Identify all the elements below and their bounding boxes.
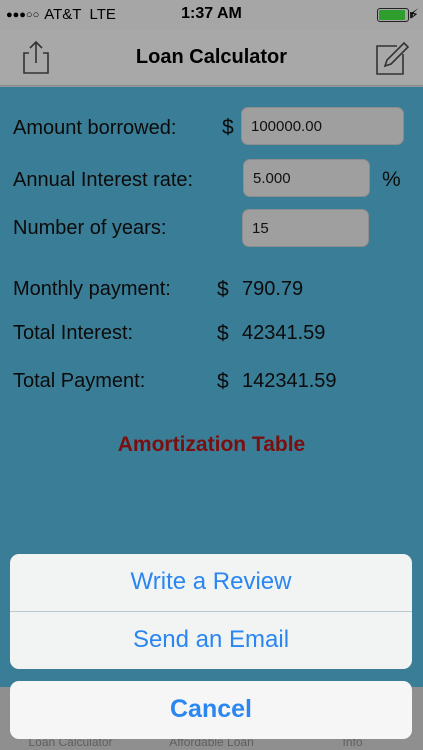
send-email-button[interactable]: Send an Email bbox=[10, 612, 412, 669]
amount-currency: $ bbox=[222, 116, 234, 139]
total-payment-row: Total Payment: $ 142341.59 bbox=[0, 367, 423, 409]
amortization-table-link[interactable]: Amortization Table bbox=[0, 433, 423, 457]
years-input[interactable]: 15 bbox=[242, 209, 369, 247]
write-review-button[interactable]: Write a Review bbox=[10, 554, 412, 611]
interest-currency: $ bbox=[217, 322, 229, 345]
interest-row: Total Interest: $ 42341.59 bbox=[0, 319, 423, 361]
action-sheet: Write a Review Send an Email bbox=[10, 554, 412, 669]
payment-value: 142341.59 bbox=[242, 370, 337, 392]
monthly-currency: $ bbox=[217, 278, 229, 301]
bolt-icon: ⚡ bbox=[409, 6, 419, 22]
payment-currency: $ bbox=[217, 370, 229, 393]
payment-label: Total Payment: bbox=[13, 370, 146, 392]
page-title: Loan Calculator bbox=[135, 46, 288, 68]
rate-input[interactable]: 5.000 bbox=[243, 159, 370, 197]
compose-icon bbox=[376, 41, 410, 75]
status-bar: ●●●○○ AT&T LTE 1:37 AM ⚡ bbox=[0, 0, 423, 30]
monthly-label: Monthly payment: bbox=[13, 278, 171, 300]
years-label: Number of years: bbox=[13, 217, 167, 239]
rate-unit: % bbox=[382, 168, 401, 191]
monthly-value: 790.79 bbox=[242, 278, 304, 300]
amount-label: Amount borrowed: bbox=[13, 117, 177, 139]
interest-label: Total Interest: bbox=[13, 322, 134, 344]
battery-level-fill bbox=[379, 10, 405, 20]
amount-row: Amount borrowed: $ 100000.00 bbox=[0, 107, 423, 151]
status-time: 1:37 AM bbox=[181, 5, 242, 22]
years-row: Number of years: 15 bbox=[0, 209, 423, 255]
monthly-row: Monthly payment: $ 790.79 bbox=[0, 275, 423, 317]
rate-label: Annual Interest rate: bbox=[13, 169, 194, 191]
rate-row: Annual Interest rate: 5.000 % bbox=[0, 159, 423, 203]
interest-value: 42341.59 bbox=[242, 322, 326, 344]
amount-input[interactable]: 100000.00 bbox=[241, 107, 404, 145]
compose-button[interactable] bbox=[371, 38, 411, 78]
navigation-bar: Loan Calculator bbox=[0, 30, 423, 86]
battery-icon bbox=[377, 8, 413, 22]
cancel-button[interactable]: Cancel bbox=[10, 681, 412, 739]
